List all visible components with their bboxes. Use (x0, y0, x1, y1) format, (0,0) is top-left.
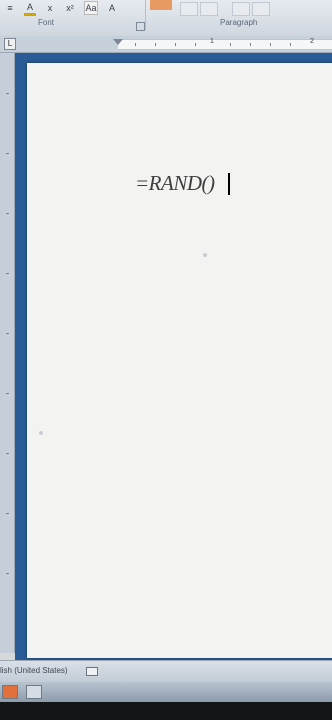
ruler-tick (6, 273, 9, 274)
ruler-tick (270, 43, 271, 46)
paragraph-button[interactable] (232, 2, 250, 16)
document-page[interactable]: =RAND() (27, 63, 332, 658)
ruler-tick (6, 573, 9, 574)
screen-speck (203, 253, 207, 257)
paragraph-group-label: Paragraph (220, 18, 258, 27)
ruler-tick (175, 43, 176, 46)
ruler-tick (135, 43, 136, 46)
status-bar: lish (United States) (0, 660, 332, 683)
ribbon: ≡ A x x² Aa A Font Paragraph (0, 0, 332, 37)
font-group-tools: ≡ A x x² Aa A (0, 0, 154, 16)
ruler-tick (6, 153, 9, 154)
taskbar (0, 682, 332, 702)
ruler-tick (230, 43, 231, 46)
word-window: ≡ A x x² Aa A Font Paragraph 1 2 L =RAND… (0, 0, 332, 720)
change-case-icon[interactable]: Aa (84, 1, 98, 15)
font-dialog-launcher-icon[interactable] (136, 22, 145, 31)
ruler-number: 2 (310, 38, 314, 45)
ruler-tick (155, 43, 156, 46)
first-line-indent-marker[interactable] (113, 39, 123, 45)
paragraph-button[interactable] (200, 2, 218, 16)
align-icon[interactable]: ≡ (4, 2, 16, 14)
case-icon[interactable]: x (44, 2, 56, 14)
ruler-tick (6, 93, 9, 94)
taskbar-app-icon[interactable] (26, 685, 42, 699)
ruler-tick (250, 43, 251, 46)
document-workspace: =RAND() (15, 53, 332, 660)
group-divider (145, 0, 146, 30)
ruler-tick (6, 393, 9, 394)
ruler-tick (6, 513, 9, 514)
ruler-tick (6, 213, 9, 214)
ruler-number: 1 (210, 38, 214, 45)
tab-selector[interactable]: L (4, 38, 16, 50)
language-status[interactable]: lish (United States) (0, 666, 68, 675)
ruler-text-area (118, 39, 332, 50)
ruler-tick (6, 333, 9, 334)
document-text[interactable]: =RAND() (135, 171, 215, 196)
highlight-icon[interactable]: A (106, 2, 118, 14)
horizontal-ruler[interactable]: 1 2 (0, 36, 332, 53)
ruler-tick (6, 453, 9, 454)
text-cursor (228, 173, 230, 195)
superscript-icon[interactable]: x² (64, 2, 76, 14)
font-color-icon[interactable]: A (24, 1, 36, 16)
monitor-bezel (0, 702, 332, 720)
paragraph-button[interactable] (252, 2, 270, 16)
ruler-tick (290, 43, 291, 46)
highlight-color-swatch[interactable] (150, 0, 172, 10)
start-icon[interactable] (2, 685, 18, 699)
paragraph-button[interactable] (180, 2, 198, 16)
proofing-icon[interactable] (86, 667, 98, 676)
screen-speck (39, 431, 43, 435)
vertical-ruler[interactable] (0, 53, 15, 653)
ruler-tick (195, 43, 196, 46)
font-group-label: Font (38, 18, 55, 27)
